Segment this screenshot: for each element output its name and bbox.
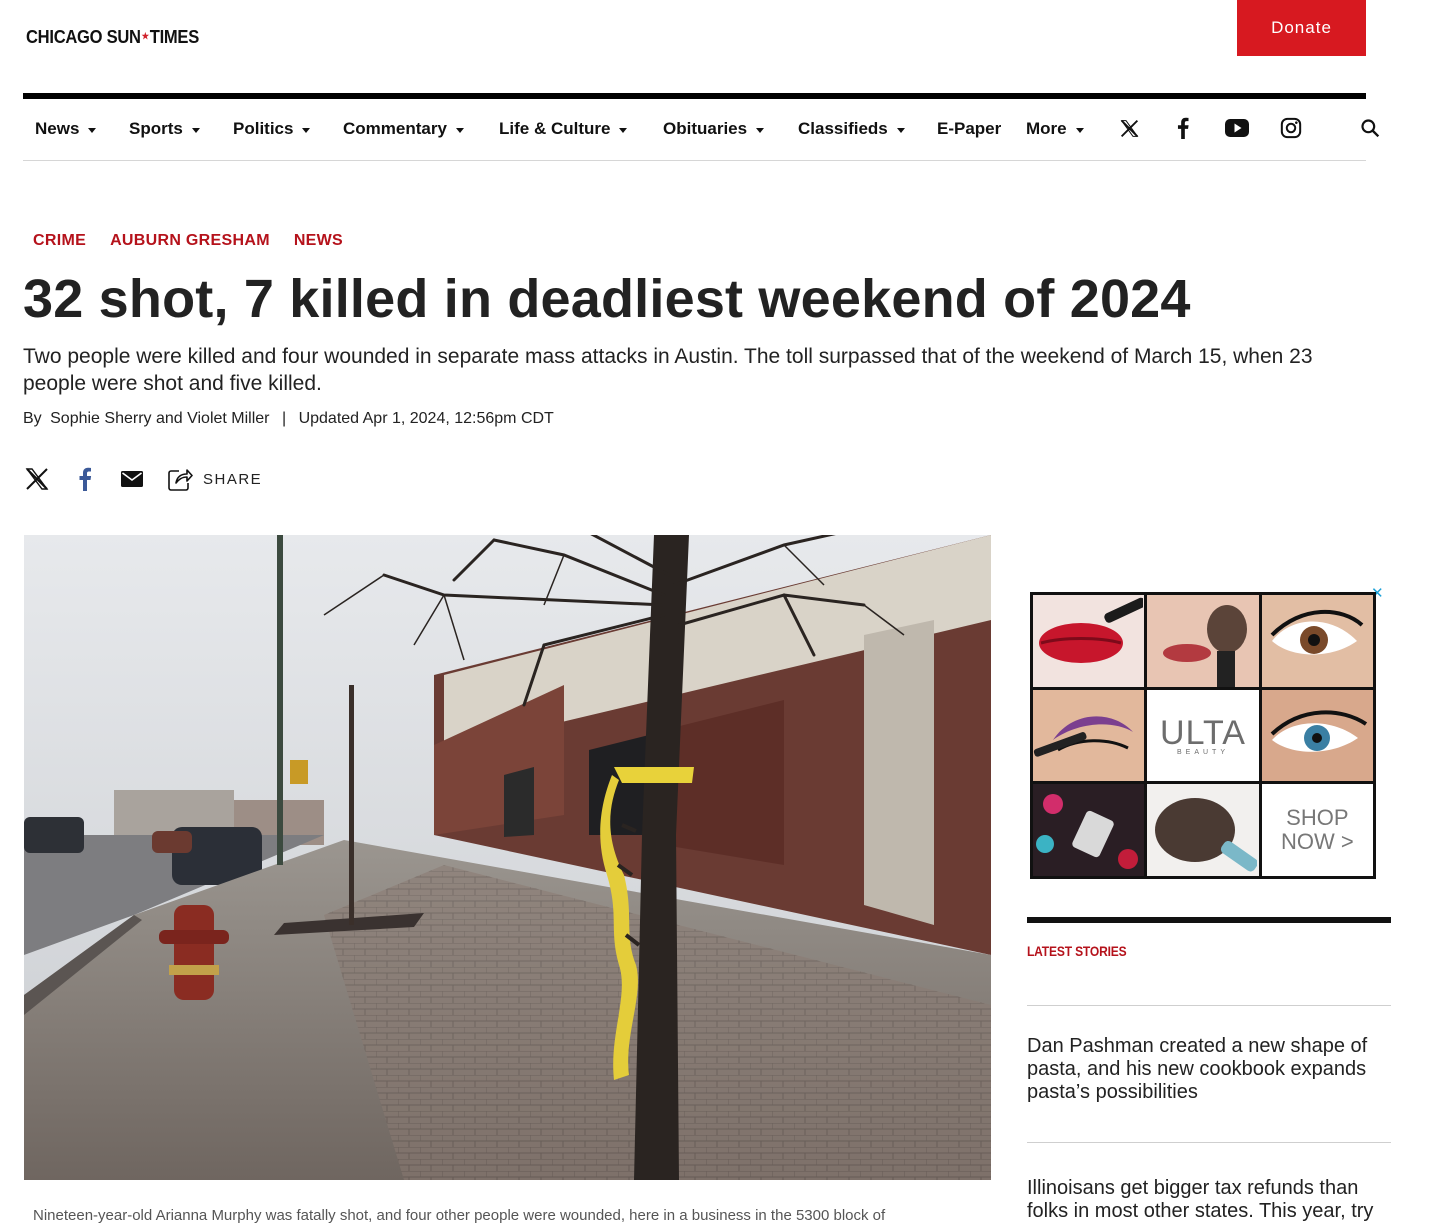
- x-icon[interactable]: [1116, 115, 1142, 141]
- chevron-down-icon: [455, 127, 464, 133]
- story-divider: [1027, 1142, 1391, 1143]
- article-headline: 32 shot, 7 killed in deadliest weekend o…: [23, 269, 1191, 329]
- logo-star-icon: ★: [141, 31, 149, 41]
- nav-item-label: Sports: [129, 119, 183, 138]
- nav-item-epaper[interactable]: E-Paper: [937, 99, 1001, 159]
- logo-text-right: TIMES: [149, 27, 200, 47]
- category-crime[interactable]: CRIME: [33, 232, 86, 250]
- nav-item-label: Classifieds: [798, 119, 888, 138]
- nav-item-label: Obituaries: [663, 119, 748, 138]
- main-nav: News Sports Politics Commentary Life & C…: [23, 99, 1380, 161]
- youtube-icon[interactable]: [1224, 115, 1250, 141]
- nav-item-more[interactable]: More: [1026, 99, 1084, 159]
- article-dek: Two people were killed and four wounded …: [23, 345, 1313, 395]
- nav-item-obituaries[interactable]: Obituaries: [663, 99, 765, 159]
- category-news[interactable]: NEWS: [294, 232, 343, 250]
- chevron-down-icon: [756, 127, 765, 133]
- nav-item-label: Life & Culture: [499, 119, 611, 138]
- byline-prefix: By: [23, 410, 42, 427]
- share-facebook-icon[interactable]: [71, 464, 99, 494]
- ulta-advertisement[interactable]: ULTA BEAUTY SHOP NOW >: [1030, 592, 1376, 879]
- nav-item-label: E-Paper: [937, 119, 1002, 138]
- ad-blue-eye-image: [1261, 689, 1373, 782]
- facebook-icon[interactable]: [1170, 115, 1196, 141]
- logo-text-left: CHICAGO SUN: [26, 27, 141, 47]
- nav-item-label: News: [35, 119, 80, 138]
- chevron-down-icon: [191, 127, 200, 133]
- nav-item-classifieds[interactable]: Classifieds: [798, 99, 905, 159]
- byline-updated: Updated Apr 1, 2024, 12:56pm CDT: [298, 410, 554, 427]
- story-divider: [1027, 1005, 1391, 1006]
- share-label[interactable]: SHARE: [203, 471, 262, 488]
- latest-story-link[interactable]: Dan Pashman created a new shape of pasta…: [1027, 1035, 1377, 1104]
- ad-brush-lips-image: [1147, 595, 1259, 687]
- sidebar-top-rule: [1027, 917, 1391, 923]
- ad-lips-image: [1033, 595, 1145, 687]
- chevron-down-icon: [896, 127, 905, 133]
- ad-eye-image: [1261, 595, 1373, 687]
- nav-item-label: More: [1026, 119, 1067, 138]
- nav-item-label: Politics: [233, 119, 294, 138]
- category-list: CRIME AUBURN GRESHAM NEWS: [33, 232, 343, 250]
- nav-item-politics[interactable]: Politics: [233, 99, 311, 159]
- ulta-logo: ULTA BEAUTY: [1147, 689, 1259, 782]
- article-photo: [24, 535, 991, 1180]
- nav-item-commentary[interactable]: Commentary: [343, 99, 464, 159]
- photo-caption: Nineteen-year-old Arianna Murphy was fat…: [33, 1207, 886, 1224]
- chevron-down-icon: [1075, 127, 1084, 133]
- ad-powder-brush-image: [1147, 784, 1259, 876]
- latest-story-link[interactable]: Illinoisans get bigger tax refunds than …: [1027, 1177, 1377, 1223]
- nav-item-life-culture[interactable]: Life & Culture: [499, 99, 628, 159]
- ad-eyeshadow-image: [1033, 689, 1145, 782]
- nav-item-sports[interactable]: Sports: [129, 99, 200, 159]
- donate-button[interactable]: Donate: [1237, 0, 1366, 56]
- share-email-icon[interactable]: [118, 464, 146, 494]
- site-logo[interactable]: CHICAGO SUN★TIMES: [26, 27, 199, 48]
- search-icon[interactable]: [1357, 115, 1383, 141]
- byline: By Sophie Sherry and Violet Miller | Upd…: [23, 410, 554, 428]
- nav-item-label: Commentary: [343, 119, 447, 138]
- nav-item-news[interactable]: News: [35, 99, 97, 159]
- share-x-icon[interactable]: [23, 464, 51, 494]
- byline-separator: |: [281, 410, 287, 427]
- chevron-down-icon: [88, 127, 97, 133]
- chevron-down-icon: [619, 127, 628, 133]
- shop-now-line2: NOW >: [1280, 829, 1354, 855]
- category-auburn-gresham[interactable]: AUBURN GRESHAM: [110, 232, 270, 250]
- chevron-down-icon: [302, 127, 311, 133]
- instagram-icon[interactable]: [1278, 115, 1304, 141]
- ulta-brand-sub: BEAUTY: [1176, 749, 1229, 757]
- share-icon[interactable]: [166, 464, 194, 494]
- latest-stories-heading: LATEST STORIES: [1027, 943, 1127, 959]
- ad-cosmetics-image: [1033, 784, 1145, 876]
- byline-authors[interactable]: Sophie Sherry and Violet Miller: [50, 410, 269, 427]
- ulta-brand: ULTA: [1160, 714, 1246, 753]
- shop-now-line1: SHOP: [1286, 805, 1349, 831]
- shop-now-button[interactable]: SHOP NOW >: [1261, 784, 1373, 876]
